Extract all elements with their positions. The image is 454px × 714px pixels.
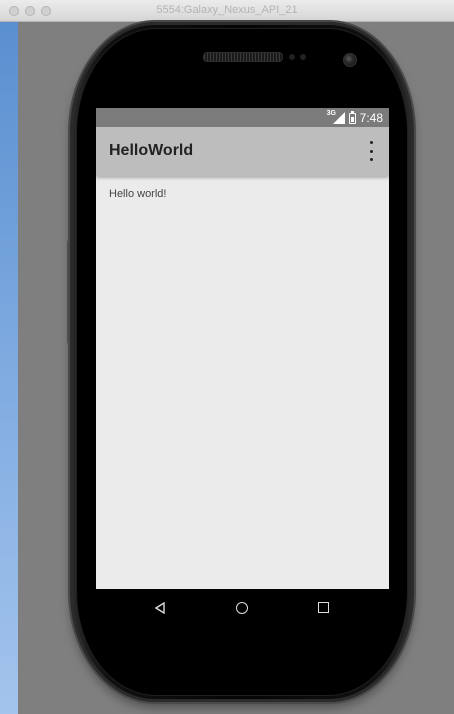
status-icons: 3G 7:48 — [327, 110, 383, 125]
device-screen[interactable]: 3G 7:48 HelloWorld Hello world! — [96, 108, 389, 628]
hello-text: Hello world! — [109, 188, 167, 200]
front-camera — [343, 53, 357, 67]
proximity-sensor — [289, 54, 295, 60]
status-time: 7:48 — [359, 111, 383, 125]
recent-apps-icon[interactable] — [318, 602, 329, 613]
window-titlebar[interactable]: 5554:Galaxy_Nexus_API_21 — [0, 0, 454, 22]
app-title: HelloWorld — [109, 142, 194, 159]
earpiece-speaker — [203, 52, 283, 62]
window-title: 5554:Galaxy_Nexus_API_21 — [156, 4, 298, 16]
light-sensor — [300, 54, 306, 60]
navigation-bar — [96, 589, 389, 628]
overflow-menu-icon[interactable] — [365, 141, 377, 161]
emulator-window: 5554:Galaxy_Nexus_API_21 3G 7:48 HelloWo… — [0, 0, 454, 714]
home-icon[interactable] — [236, 602, 248, 614]
status-bar[interactable]: 3G 7:48 — [96, 108, 389, 127]
app-toolbar: HelloWorld — [96, 127, 389, 176]
battery-icon — [348, 110, 356, 124]
signal-icon: 3G — [327, 110, 345, 124]
desktop-background — [0, 22, 18, 714]
back-icon[interactable] — [155, 602, 165, 614]
